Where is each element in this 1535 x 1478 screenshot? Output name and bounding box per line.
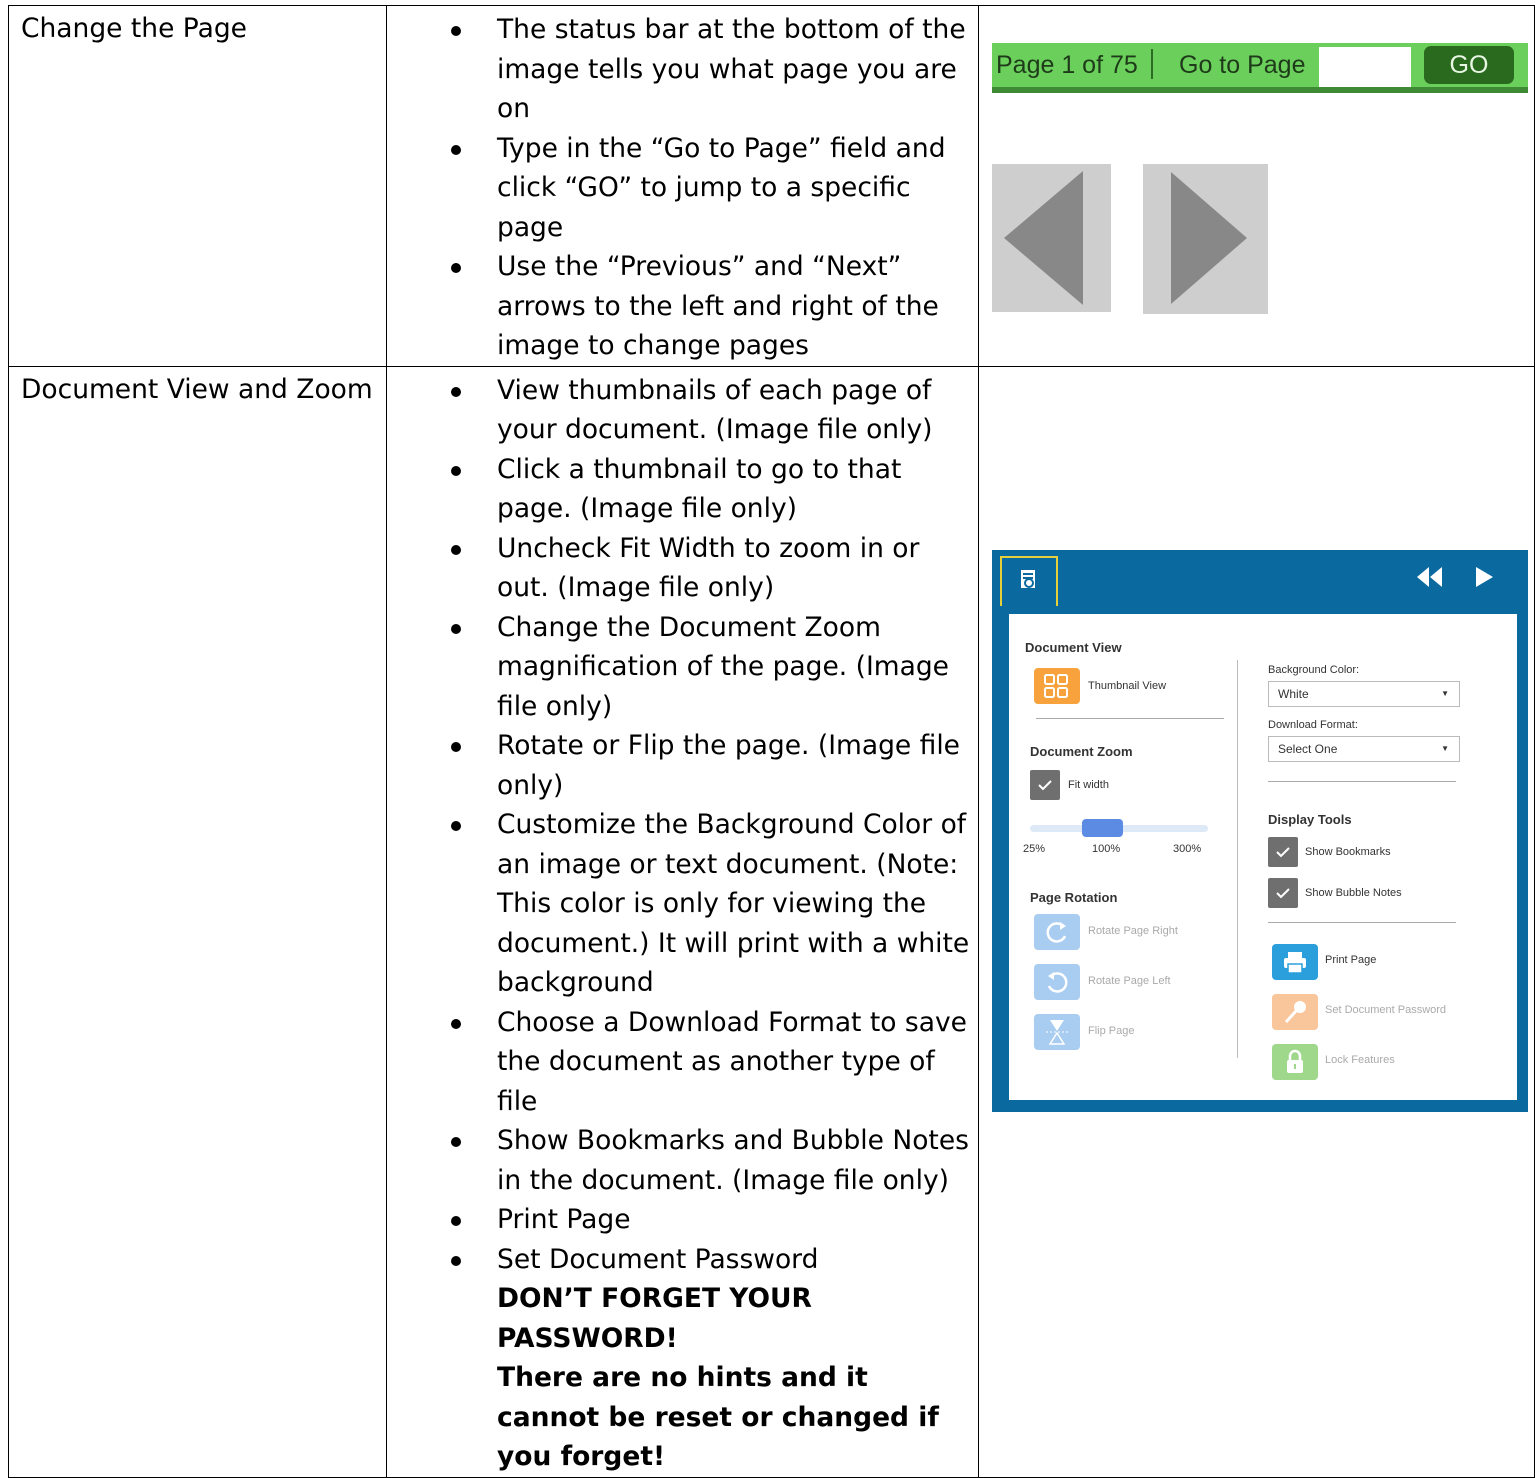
lock-features-button[interactable] <box>1272 1043 1318 1080</box>
bullet-item: Print Page <box>387 1200 978 1240</box>
fit-width-checkbox[interactable] <box>1030 769 1060 800</box>
lock-features-label: Lock Features <box>1325 1053 1395 1066</box>
document-settings-tab[interactable] <box>1000 555 1058 606</box>
go-to-page-label: Go to Page <box>1179 51 1306 79</box>
check-icon <box>1276 887 1290 898</box>
bullet-item: Set Document Password DON’T FORGET YOUR P… <box>387 1240 978 1477</box>
first-page-icon[interactable] <box>1415 566 1443 589</box>
row-title-change-page: Change the Page <box>8 5 387 367</box>
divider <box>1268 921 1456 923</box>
go-button[interactable]: GO <box>1424 46 1514 84</box>
rotate-right-button[interactable] <box>1034 913 1080 950</box>
check-icon <box>1038 779 1052 790</box>
password-warning: DON’T FORGET YOUR PASSWORD! <box>497 1283 812 1354</box>
zoom-tick-label: 25% <box>1023 842 1046 855</box>
next-arrow-button[interactable] <box>1143 164 1268 314</box>
arrow-left-icon <box>1004 171 1083 305</box>
set-password-label: Set Document Password <box>1325 1003 1447 1016</box>
row-image-document-view: Document View Thumbnail View Document Zo… <box>978 365 1535 1478</box>
flip-icon <box>1046 1019 1068 1045</box>
page-indicator: Page 1 of 75 <box>996 51 1138 79</box>
bullet-item: Use the “Previous” and “Next” arrows to … <box>387 247 978 366</box>
thumbnail-view-button[interactable] <box>1034 667 1080 704</box>
panel-content: Document View Thumbnail View Document Zo… <box>1009 613 1517 1100</box>
bullet-item: The status bar at the bottom of the imag… <box>387 10 978 129</box>
zoom-tick-label: 100% <box>1092 842 1121 855</box>
divider <box>1151 49 1153 79</box>
document-zoom-heading: Document Zoom <box>1030 743 1133 759</box>
column-divider <box>1237 659 1238 1058</box>
rotate-left-label: Rotate Page Left <box>1088 974 1171 987</box>
divider <box>1036 717 1224 719</box>
background-color-label: Background Color: <box>1268 663 1360 676</box>
bullet-item: Show Bookmarks and Bubble Notes in the d… <box>387 1121 978 1200</box>
flip-page-button[interactable] <box>1034 1013 1080 1050</box>
document-settings-panel: Document View Thumbnail View Document Zo… <box>992 549 1528 1112</box>
divider <box>1268 780 1456 782</box>
thumbnail-view-label: Thumbnail View <box>1088 679 1167 692</box>
print-page-button[interactable] <box>1272 943 1318 980</box>
download-format-select[interactable]: Select One ▼ <box>1268 735 1460 762</box>
printer-icon <box>1284 951 1306 974</box>
row-title-document-view: Document View and Zoom <box>8 365 387 1478</box>
previous-arrow-button[interactable] <box>992 164 1111 312</box>
key-icon <box>1284 1000 1306 1023</box>
rotate-right-label: Rotate Page Right <box>1088 924 1178 937</box>
flip-page-label: Flip Page <box>1088 1024 1135 1037</box>
dropdown-caret-icon: ▼ <box>1441 743 1449 753</box>
bullet-item: Change the Document Zoom magnification o… <box>387 608 978 727</box>
bullet-item: Type in the “Go to Page” field and click… <box>387 129 978 248</box>
password-warning-detail: There are no hints and it cannot be rese… <box>497 1362 939 1472</box>
bullet-item: Click a thumbnail to go to that page. (I… <box>387 450 978 529</box>
print-page-label: Print Page <box>1325 953 1377 966</box>
bullet-item: View thumbnails of each page of your doc… <box>387 371 978 450</box>
show-bookmarks-checkbox[interactable] <box>1268 836 1298 867</box>
document-view-heading: Document View <box>1025 639 1122 655</box>
dropdown-caret-icon: ▼ <box>1441 688 1449 698</box>
status-bar: Page 1 of 75 Go to Page GO <box>992 43 1528 93</box>
zoom-slider-handle[interactable] <box>1082 818 1123 837</box>
rotate-right-icon <box>1046 921 1067 943</box>
bullet-item: Choose a Download Format to save the doc… <box>387 1003 978 1122</box>
row-bullets-document-view: View thumbnails of each page of your doc… <box>386 365 979 1478</box>
set-password-button[interactable] <box>1272 993 1318 1030</box>
grid-icon <box>1044 673 1068 698</box>
bullet-item: Customize the Background Color of an ima… <box>387 805 978 1003</box>
background-color-select[interactable]: White ▼ <box>1268 680 1460 707</box>
bullet-item: Rotate or Flip the page. (Image file onl… <box>387 726 978 805</box>
document-search-icon <box>1021 569 1035 588</box>
show-bubble-notes-checkbox[interactable] <box>1268 877 1298 908</box>
go-to-page-input[interactable] <box>1319 47 1411 87</box>
fit-width-label: Fit width <box>1068 778 1109 791</box>
zoom-tick-label: 300% <box>1173 842 1202 855</box>
show-bookmarks-label: Show Bookmarks <box>1305 845 1391 858</box>
arrow-right-icon <box>1171 172 1247 304</box>
show-bubble-notes-label: Show Bubble Notes <box>1305 886 1402 899</box>
page-rotation-heading: Page Rotation <box>1030 889 1118 905</box>
rotate-left-icon <box>1047 971 1068 993</box>
rotate-left-button[interactable] <box>1034 963 1080 1000</box>
check-icon <box>1276 846 1290 857</box>
bullet-item: Uncheck Fit Width to zoom in or out. (Im… <box>387 529 978 608</box>
display-tools-heading: Display Tools <box>1268 811 1352 827</box>
row-bullets-change-page: The status bar at the bottom of the imag… <box>386 5 979 367</box>
row-image-change-page: Page 1 of 75 Go to Page GO <box>978 5 1535 367</box>
lock-icon <box>1287 1049 1303 1073</box>
next-page-icon[interactable] <box>1474 566 1496 589</box>
download-format-label: Download Format: <box>1268 718 1358 731</box>
